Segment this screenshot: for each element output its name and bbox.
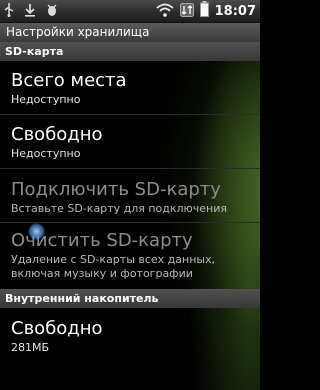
sync-icon xyxy=(24,2,36,21)
divider xyxy=(0,114,260,115)
settings-list: SD-карта Всего места Недоступно Свободно… xyxy=(0,42,260,390)
list-item-erase-sd-card[interactable]: Очистить SD-карту Удаление с SD-карты вс… xyxy=(11,230,256,281)
section-header-sd-card: SD-карта xyxy=(0,42,260,61)
list-item-total-space[interactable]: Всего места Недоступно xyxy=(11,70,256,107)
item-title: Свободно xyxy=(11,124,103,145)
item-summary: Недоступно xyxy=(11,147,81,160)
item-summary: 281МБ xyxy=(11,341,50,354)
item-summary: Вставьте SD-карту для подключения xyxy=(11,202,228,215)
list-item-internal-free-space[interactable]: Свободно 281МБ xyxy=(11,318,256,355)
item-title: Очистить SD-карту xyxy=(11,230,193,251)
wifi-icon xyxy=(156,2,174,21)
item-summary: Недоступно xyxy=(11,93,81,106)
data-transfer-icon xyxy=(179,2,194,21)
status-bar: 18:07 xyxy=(0,0,260,23)
item-title: Всего места xyxy=(11,70,127,91)
item-title: Подключить SD-карту xyxy=(11,179,221,200)
debug-icon xyxy=(46,2,58,21)
list-item-mount-sd-card[interactable]: Подключить SD-карту Вставьте SD-карту дл… xyxy=(11,179,256,216)
touch-indicator xyxy=(28,223,45,240)
section-header-internal-storage: Внутренний накопитель xyxy=(0,289,260,308)
clock: 18:07 xyxy=(214,3,256,19)
divider xyxy=(0,168,260,169)
page-title: Настройки хранилища xyxy=(0,23,260,42)
usb-icon xyxy=(4,2,14,21)
list-item-free-space[interactable]: Свободно Недоступно xyxy=(11,124,256,161)
item-summary: Удаление с SD-карты всех данных, включая… xyxy=(11,253,216,280)
item-title: Свободно xyxy=(11,318,103,339)
battery-icon xyxy=(199,1,209,21)
